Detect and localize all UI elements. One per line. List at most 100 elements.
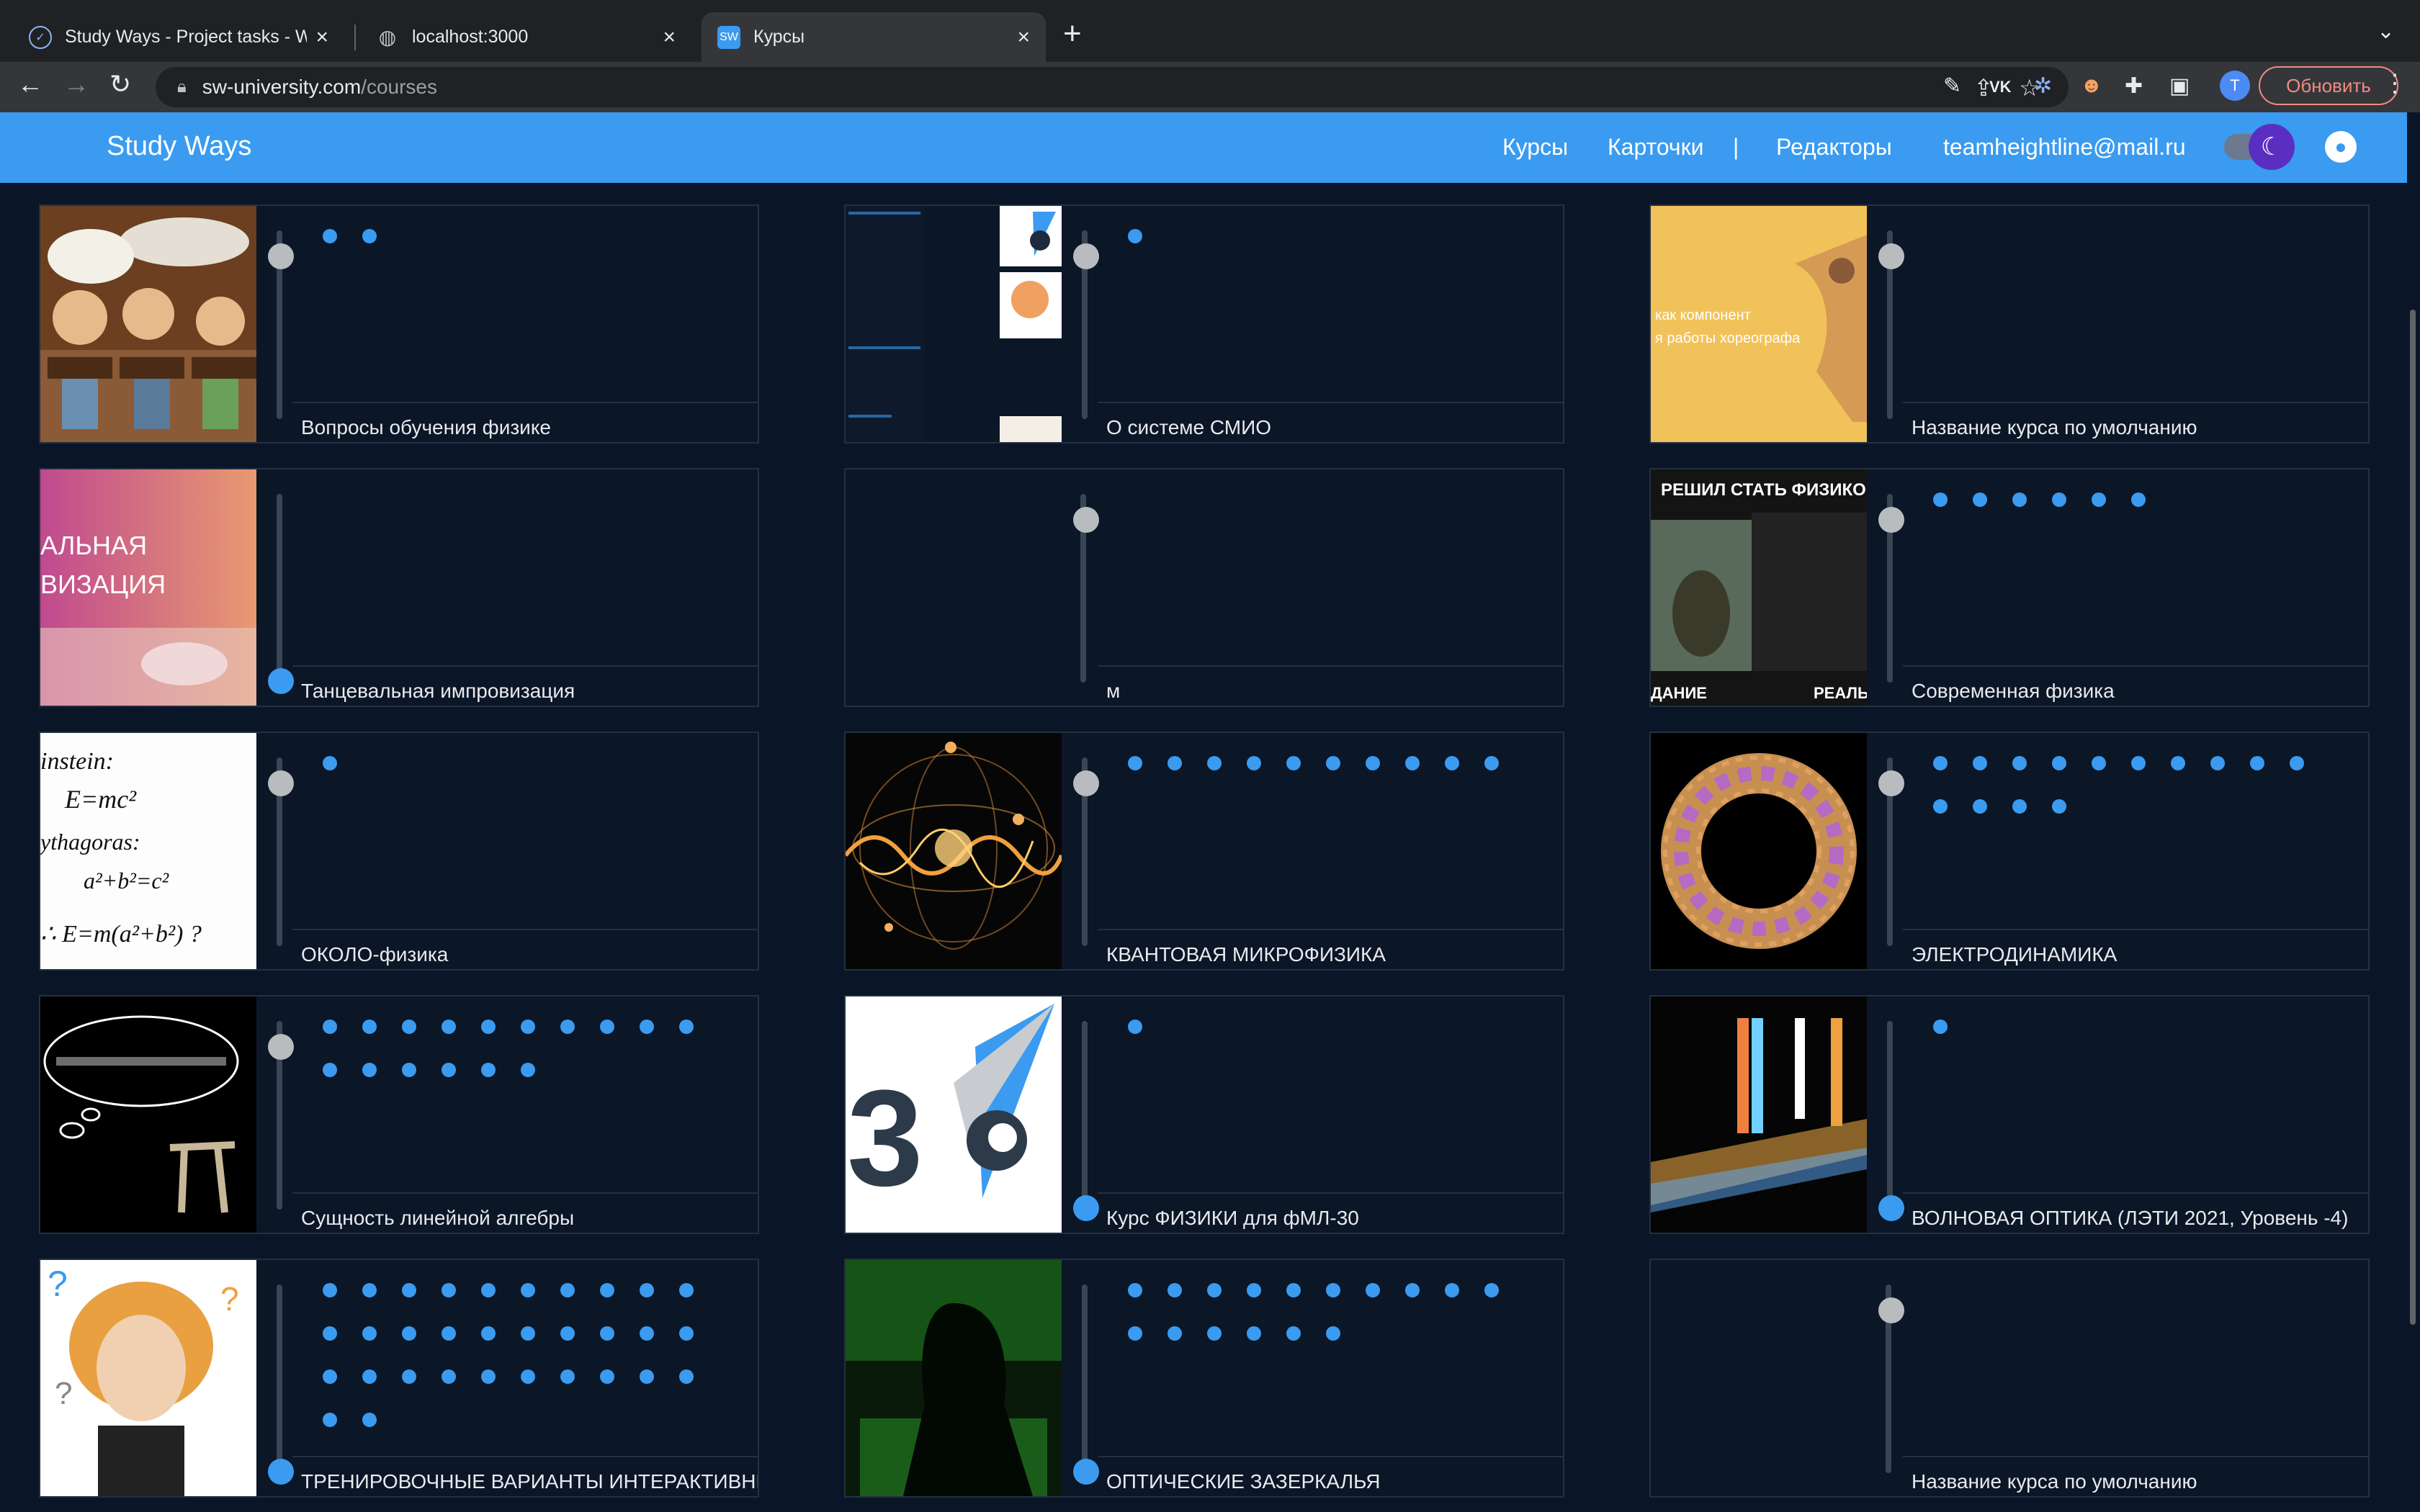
- lesson-dot[interactable]: [1128, 756, 1142, 770]
- lesson-dot[interactable]: [1484, 1283, 1499, 1297]
- course-card[interactable]: Вопросы обучения физике: [39, 204, 759, 444]
- course-title[interactable]: О системе СМИО: [1098, 402, 1563, 442]
- lesson-dot[interactable]: [362, 1369, 377, 1384]
- update-button[interactable]: Обновить: [2259, 66, 2398, 105]
- progress-slider-knob[interactable]: [1878, 1195, 1904, 1221]
- progress-slider-knob[interactable]: [268, 1459, 294, 1485]
- lesson-dot[interactable]: [362, 1063, 377, 1077]
- progress-slider-knob[interactable]: [1073, 507, 1099, 533]
- lesson-dot[interactable]: [640, 1369, 654, 1384]
- pen-extension-icon[interactable]: ✎: [1943, 73, 1961, 99]
- lesson-dot[interactable]: [1128, 1020, 1142, 1034]
- lesson-dot[interactable]: [442, 1283, 456, 1297]
- progress-slider-track[interactable]: [1887, 1021, 1893, 1210]
- lesson-dot[interactable]: [1207, 1283, 1222, 1297]
- lesson-dot[interactable]: [323, 1063, 337, 1077]
- lesson-dot[interactable]: [1286, 1326, 1301, 1341]
- course-title[interactable]: ВОЛНОВАЯ ОПТИКА (ЛЭТИ 2021, Уровень -4): [1903, 1192, 2368, 1233]
- course-card[interactable]: ? ? ? ТРЕНИРОВОЧНЫЕ ВАРИАНТЫ ИНТЕРАКТИВН…: [39, 1259, 759, 1498]
- lesson-dot[interactable]: [442, 1063, 456, 1077]
- lesson-dot[interactable]: [560, 1369, 575, 1384]
- course-card[interactable]: КВАНТОВАЯ МИКРОФИЗИКА: [844, 732, 1564, 971]
- lesson-dot[interactable]: [640, 1326, 654, 1341]
- lesson-dot[interactable]: [1207, 756, 1222, 770]
- lesson-dot[interactable]: [442, 1369, 456, 1384]
- lesson-dot[interactable]: [1973, 492, 1987, 507]
- course-card[interactable]: ОПТИЧЕСКИЕ ЗАЗЕРКАЛЬЯ: [844, 1259, 1564, 1498]
- lesson-dot[interactable]: [2012, 492, 2027, 507]
- progress-slider-knob[interactable]: [1878, 1297, 1904, 1323]
- lesson-dot[interactable]: [600, 1326, 614, 1341]
- lesson-dot[interactable]: [560, 1326, 575, 1341]
- lesson-dot[interactable]: [600, 1369, 614, 1384]
- course-title[interactable]: Курс ФИЗИКИ для фМЛ-30: [1098, 1192, 1563, 1233]
- lesson-dot[interactable]: [481, 1326, 496, 1341]
- tab-courses[interactable]: SW Курсы ×: [702, 12, 1046, 62]
- lesson-dot[interactable]: [2250, 756, 2264, 770]
- lesson-dot[interactable]: [600, 1283, 614, 1297]
- brand-title[interactable]: Study Ways: [107, 131, 251, 162]
- address-bar[interactable]: 🔒︎ sw-university.com/courses ⇪ ☆: [156, 67, 2069, 107]
- course-card[interactable]: instein: E=mc² ythagoras: a²+b²=c² ∴ E=m…: [39, 732, 759, 971]
- lesson-dot[interactable]: [1128, 1326, 1142, 1341]
- lesson-dot[interactable]: [362, 1020, 377, 1034]
- lesson-dot[interactable]: [362, 1413, 377, 1427]
- lesson-dot[interactable]: [679, 1369, 694, 1384]
- star-extension-icon[interactable]: ✲: [2034, 73, 2052, 99]
- lesson-dot[interactable]: [1484, 756, 1499, 770]
- lesson-dot[interactable]: [1933, 1020, 1948, 1034]
- lesson-dot[interactable]: [521, 1369, 535, 1384]
- course-title[interactable]: м: [1098, 665, 1563, 706]
- course-card[interactable]: ВОЛНОВАЯ ОПТИКА (ЛЭТИ 2021, Уровень -4): [1649, 995, 2370, 1234]
- lesson-dot[interactable]: [640, 1020, 654, 1034]
- reload-icon[interactable]: ↻: [109, 69, 131, 99]
- course-card[interactable]: Название курса по умолчанию: [1649, 1259, 2370, 1498]
- lesson-dot[interactable]: [2092, 492, 2106, 507]
- lesson-dot[interactable]: [481, 1063, 496, 1077]
- lesson-dot[interactable]: [402, 1326, 416, 1341]
- progress-slider-knob[interactable]: [268, 770, 294, 796]
- lesson-dot[interactable]: [402, 1063, 416, 1077]
- progress-slider-knob[interactable]: [1878, 243, 1904, 269]
- lesson-dot[interactable]: [362, 1326, 377, 1341]
- progress-slider-knob[interactable]: [1878, 770, 1904, 796]
- close-icon[interactable]: ×: [315, 25, 328, 50]
- tab-study-ways-tasks[interactable]: ✓ Study Ways - Project tasks - W ×: [13, 12, 344, 62]
- lesson-dot[interactable]: [481, 1283, 496, 1297]
- lesson-dot[interactable]: [1973, 799, 1987, 814]
- lesson-dot[interactable]: [323, 1413, 337, 1427]
- progress-slider-knob[interactable]: [1073, 1459, 1099, 1485]
- lesson-dot[interactable]: [1366, 1283, 1380, 1297]
- progress-slider-track[interactable]: [277, 494, 282, 683]
- lesson-dot[interactable]: [2171, 756, 2185, 770]
- lesson-dot[interactable]: [2052, 756, 2066, 770]
- lesson-dot[interactable]: [2131, 756, 2146, 770]
- course-card[interactable]: Сущность линейной алгебры: [39, 995, 759, 1234]
- lesson-dot[interactable]: [2092, 756, 2106, 770]
- lesson-dot[interactable]: [1445, 756, 1459, 770]
- course-card[interactable]: 3 Курс ФИЗИКИ для фМЛ-30: [844, 995, 1564, 1234]
- lesson-dot[interactable]: [1286, 756, 1301, 770]
- course-title[interactable]: Вопросы обучения физике: [292, 402, 758, 442]
- lesson-dot[interactable]: [1326, 756, 1340, 770]
- nav-editors-link[interactable]: Редакторы: [1776, 134, 1892, 161]
- lesson-dot[interactable]: [1247, 1326, 1261, 1341]
- course-title[interactable]: Танцевальная импровизация: [292, 665, 758, 706]
- course-title[interactable]: ОКОЛО-физика: [292, 929, 758, 969]
- lesson-dot[interactable]: [1247, 1283, 1261, 1297]
- lesson-dot[interactable]: [521, 1326, 535, 1341]
- lesson-dot[interactable]: [1168, 756, 1182, 770]
- chevron-down-icon[interactable]: ⌄: [2377, 19, 2395, 44]
- nav-cards-link[interactable]: Карточки: [1608, 134, 1703, 161]
- lesson-dot[interactable]: [1326, 1326, 1340, 1341]
- lesson-dot[interactable]: [442, 1020, 456, 1034]
- lesson-dot[interactable]: [1247, 756, 1261, 770]
- course-title[interactable]: Современная физика: [1903, 665, 2368, 706]
- lesson-dot[interactable]: [323, 229, 337, 243]
- profile-avatar[interactable]: T: [2220, 71, 2250, 101]
- moon-icon[interactable]: ☾: [2249, 124, 2295, 170]
- lesson-dot[interactable]: [402, 1369, 416, 1384]
- lesson-dot[interactable]: [640, 1283, 654, 1297]
- progress-slider-knob[interactable]: [268, 1034, 294, 1060]
- lesson-dot[interactable]: [1286, 1283, 1301, 1297]
